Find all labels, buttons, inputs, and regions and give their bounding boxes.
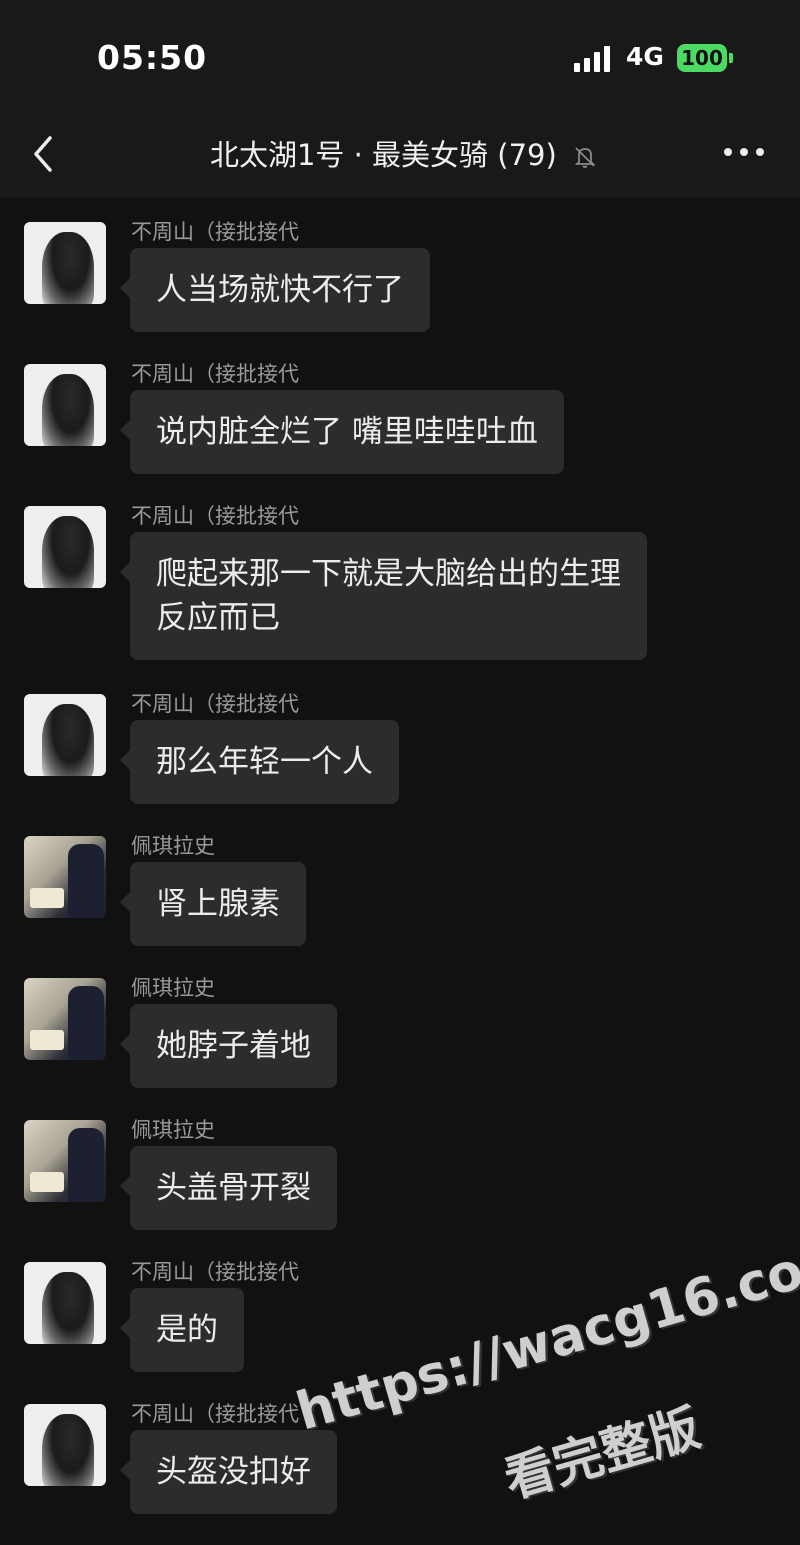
message-bubble[interactable]: 那么年轻一个人 bbox=[120, 720, 399, 804]
message-bubble[interactable]: 是的 bbox=[120, 1288, 244, 1372]
sender-name: 不周山（接批接代 bbox=[131, 362, 299, 386]
avatar[interactable] bbox=[24, 1262, 106, 1344]
sender-name: 佩琪拉史 bbox=[131, 834, 215, 858]
message-line: 爬起来那一下就是大脑给出的生理 bbox=[156, 556, 621, 592]
avatar[interactable] bbox=[24, 364, 106, 446]
avatar[interactable] bbox=[24, 1120, 106, 1202]
watermark: https://wacg16.com 看完整版 bbox=[290, 1226, 800, 1545]
message-bubble[interactable]: 头盖骨开裂 bbox=[120, 1146, 337, 1230]
sender-name: 佩琪拉史 bbox=[131, 1118, 215, 1142]
status-bar: 05:50 4G 100 bbox=[0, 0, 800, 110]
avatar[interactable] bbox=[24, 1404, 106, 1486]
sender-name: 不周山（接批接代 bbox=[131, 504, 299, 528]
sender-name: 不周山（接批接代 bbox=[131, 692, 299, 716]
signal-icon bbox=[574, 46, 614, 72]
bell-slash-icon bbox=[574, 147, 596, 168]
network-type: 4G bbox=[626, 42, 664, 71]
message-line: 反应而已 bbox=[156, 600, 280, 636]
more-button[interactable] bbox=[722, 140, 766, 164]
message-bubble[interactable]: 人当场就快不行了 bbox=[120, 248, 430, 332]
avatar[interactable] bbox=[24, 694, 106, 776]
avatar[interactable] bbox=[24, 978, 106, 1060]
avatar[interactable] bbox=[24, 836, 106, 918]
sender-name: 不周山（接批接代 bbox=[131, 1402, 299, 1426]
avatar[interactable] bbox=[24, 506, 106, 588]
status-time: 05:50 bbox=[97, 38, 208, 77]
battery-tip bbox=[729, 53, 733, 63]
message-bubble[interactable]: 头盔没扣好 bbox=[120, 1430, 337, 1514]
message-bubble[interactable]: 说内脏全烂了 嘴里哇哇吐血 bbox=[120, 390, 564, 474]
battery-icon: 100 bbox=[677, 44, 727, 72]
message-bubble[interactable]: 爬起来那一下就是大脑给出的生理 反应而已 bbox=[120, 532, 647, 660]
watermark-caption: 看完整版 bbox=[498, 1398, 707, 1510]
chat-title-row: 北太湖1号 · 最美女骑 (79) bbox=[0, 132, 800, 174]
avatar[interactable] bbox=[24, 222, 106, 304]
message-bubble[interactable]: 肾上腺素 bbox=[120, 862, 306, 946]
chat-title: 北太湖1号 · 最美女骑 (79) bbox=[209, 138, 557, 172]
message-bubble[interactable]: 她脖子着地 bbox=[120, 1004, 337, 1088]
sender-name: 佩琪拉史 bbox=[131, 976, 215, 1000]
chat-header: 北太湖1号 · 最美女骑 (79) bbox=[0, 110, 800, 198]
watermark-url: https://wacg16.com bbox=[290, 1225, 800, 1443]
sender-name: 不周山（接批接代 bbox=[131, 220, 299, 244]
sender-name: 不周山（接批接代 bbox=[131, 1260, 299, 1284]
